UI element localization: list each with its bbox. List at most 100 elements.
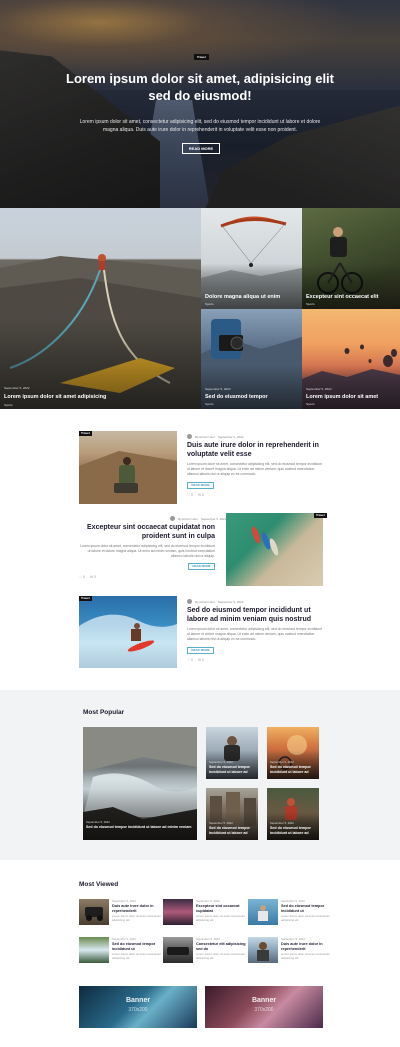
author-name[interactable]: By Admin User [195, 600, 215, 604]
heart-icon[interactable]: ♡ 0 [79, 575, 85, 579]
tile-category[interactable]: Sports [4, 403, 13, 407]
article-image-surfer[interactable] [79, 596, 177, 668]
item-thumbnail[interactable] [79, 899, 109, 925]
most-viewed-item[interactable]: September 5, 2022 Duis aute irure dolor … [248, 937, 330, 965]
item-title[interactable]: Duis aute irure dolor in reprehenderit [112, 904, 162, 913]
tile-category[interactable]: Sports [205, 302, 214, 306]
comment-icon[interactable]: ✉ 0 [90, 575, 96, 579]
heart-icon[interactable]: ♡ 0 [187, 658, 193, 662]
popular-tile-trail[interactable]: September 5, 2022 Sed do eiusmod tempor … [267, 788, 319, 840]
article-image-kayaks[interactable] [226, 513, 323, 586]
item-date: September 5, 2022 [281, 937, 305, 941]
read-more-button[interactable]: READ MORE [187, 647, 214, 654]
item-excerpt: Lorem ipsum dolor sit amet consectetur a… [196, 914, 245, 922]
tile-title[interactable]: Sed do eiusmod tempor incididunt ut labo… [270, 826, 316, 835]
grid-tile-photographer[interactable]: September 5, 2022 Sed do eiusmod tempor … [201, 309, 302, 409]
popular-tile-city[interactable]: September 5, 2022 Sed do eiusmod tempor … [206, 788, 258, 840]
hero-category-badge[interactable]: Travel [194, 54, 209, 60]
most-viewed-item[interactable]: September 5, 2022 Excepteur sint occaeca… [163, 899, 245, 927]
grid-tile-climber[interactable]: September 5, 2022 Lorem ipsum dolor sit … [0, 208, 201, 409]
tile-date: September 5, 2022 [4, 386, 30, 390]
item-title[interactable]: Excepteur sint occaecat cupidatat [196, 904, 246, 913]
tile-date: September 5, 2022 [86, 820, 110, 824]
item-title[interactable]: Duis aute irure dolor in reprehenderit [281, 942, 331, 951]
tile-title[interactable]: Dolore magna aliqua ut enim [205, 294, 280, 301]
most-viewed-item[interactable]: September 5, 2022 Sed do eiusmod tempor … [79, 937, 161, 965]
author-name[interactable]: By Admin User [195, 435, 215, 439]
author-name[interactable]: By Admin User [178, 517, 198, 521]
article-image-hiker[interactable] [79, 431, 177, 504]
article-badge[interactable]: Travel [79, 596, 92, 601]
article-title[interactable]: Sed do eiusmod tempor incididunt ut labo… [187, 606, 327, 624]
tile-category[interactable]: Sports [205, 402, 214, 406]
tile-category[interactable]: Sports [306, 402, 315, 406]
item-title[interactable]: Sed do eiusmod tempor incididunt ut [281, 904, 331, 913]
popular-tile-waterfall[interactable]: September 5, 2022 Sed do eiusmod tempor … [83, 727, 197, 840]
grid-tile-balloons[interactable]: September 5, 2022 Lorem ipsum dolor sit … [302, 309, 400, 409]
most-popular-section: Most Popular September 5, 2022 Sed do ei… [0, 690, 400, 860]
tile-title[interactable]: Sed do eiusmod tempor [205, 394, 268, 401]
item-thumbnail[interactable] [163, 899, 193, 925]
hero-read-more-button[interactable]: READ MORE [182, 143, 220, 154]
item-date: September 5, 2022 [281, 899, 305, 903]
article-badge[interactable]: Travel [314, 513, 327, 518]
read-more-button[interactable]: READ MORE [188, 563, 215, 570]
heart-icon[interactable]: ♡ 0 [187, 493, 193, 497]
article-meta: By Admin User September 5, 2022 [187, 434, 243, 439]
most-viewed-item[interactable]: September 5, 2022 Sed do eiusmod tempor … [248, 899, 330, 927]
author-avatar [187, 434, 192, 439]
article-counts: ♡ 0 ✉ 0 [187, 658, 204, 662]
item-date: September 5, 2022 [112, 937, 136, 941]
banner-right[interactable]: Banner 370x200 [205, 986, 323, 1028]
read-more-button[interactable]: READ MORE [187, 482, 214, 489]
tile-title[interactable]: Sed do eiusmod tempor incididunt ut labo… [86, 825, 194, 830]
item-date: September 5, 2022 [196, 937, 220, 941]
most-viewed-item[interactable]: September 5, 2022 Duis aute irure dolor … [79, 899, 161, 927]
tile-title[interactable]: Lorem ipsum dolor sit amet adipisicing [4, 394, 106, 401]
tile-title[interactable]: Lorem ipsum dolor sit amet [306, 394, 378, 401]
item-excerpt: Lorem ipsum dolor sit amet consectetur a… [196, 952, 245, 960]
hero-title[interactable]: Lorem ipsum dolor sit amet, adipisicing … [60, 70, 340, 104]
most-viewed-item[interactable]: September 5, 2022 Consectetur elit adipi… [163, 937, 246, 965]
section-title: Most Viewed [79, 881, 119, 888]
tile-title[interactable]: Excepteur sint occaecat elit [306, 294, 378, 301]
tile-date: September 5, 2022 [306, 387, 332, 391]
item-thumbnail[interactable] [248, 937, 278, 963]
grid-tile-cyclist[interactable]: Excepteur sint occaecat elit Sports [302, 208, 400, 309]
article-excerpt: Lorem ipsum dolor sit amet, consectetur … [80, 544, 215, 558]
hero-section: Travel Lorem ipsum dolor sit amet, adipi… [0, 0, 400, 208]
banner-left[interactable]: Banner 370x200 [79, 986, 197, 1028]
tile-date: September 5, 2022 [209, 760, 233, 764]
tile-date: September 5, 2022 [270, 760, 294, 764]
item-thumbnail[interactable] [163, 937, 193, 963]
item-thumbnail[interactable] [248, 899, 278, 925]
item-excerpt: Lorem ipsum dolor sit amet consectetur a… [281, 952, 330, 960]
post-date: September 5, 2022 [217, 599, 244, 604]
tile-category[interactable]: Sports [306, 302, 315, 306]
article-badge[interactable]: Travel [79, 431, 92, 436]
article-excerpt: Lorem ipsum dolor sit amet, consectetur … [187, 462, 322, 476]
article-title[interactable]: Duis aute irure dolor in reprehenderit i… [187, 441, 327, 459]
item-excerpt: Lorem ipsum dolor sit amet consectetur a… [281, 914, 330, 922]
item-title[interactable]: Consectetur elit adipisicing sed do [196, 942, 246, 951]
item-thumbnail[interactable] [79, 937, 109, 963]
article-title[interactable]: Excepteur sint occaecat cupidatat non pr… [80, 523, 215, 541]
item-title[interactable]: Sed do eiusmod tempor incididunt ut [112, 942, 162, 951]
tile-title[interactable]: Sed do eiusmod tempor incididunt ut labo… [209, 826, 255, 835]
banner-size: 370x200 [128, 1007, 148, 1013]
banner-label: Banner [251, 997, 277, 1004]
banner-size: 370x200 [254, 1007, 274, 1013]
article-meta: By Admin User September 5, 2022 [187, 599, 243, 604]
grid-tile-paraglider[interactable]: Dolore magna aliqua ut enim Sports [201, 208, 302, 309]
popular-tile-climber[interactable]: September 5, 2022 Sed do eiusmod tempor … [206, 727, 258, 779]
item-excerpt: Lorem ipsum dolor sit amet consectetur a… [112, 914, 161, 922]
comment-icon[interactable]: ✉ 0 [198, 493, 204, 497]
tile-title[interactable]: Sed do eiusmod tempor incididunt ut labo… [270, 765, 316, 774]
comment-icon[interactable]: ✉ 0 [198, 658, 204, 662]
tile-date: September 5, 2022 [209, 821, 233, 825]
tile-title[interactable]: Sed do eiusmod tempor incididunt ut labo… [209, 765, 255, 774]
popular-tile-cyclist[interactable]: September 5, 2022 Sed do eiusmod tempor … [267, 727, 319, 779]
author-avatar [187, 599, 192, 604]
banner-label: Banner [125, 997, 151, 1004]
tile-date: September 5, 2022 [205, 387, 231, 391]
